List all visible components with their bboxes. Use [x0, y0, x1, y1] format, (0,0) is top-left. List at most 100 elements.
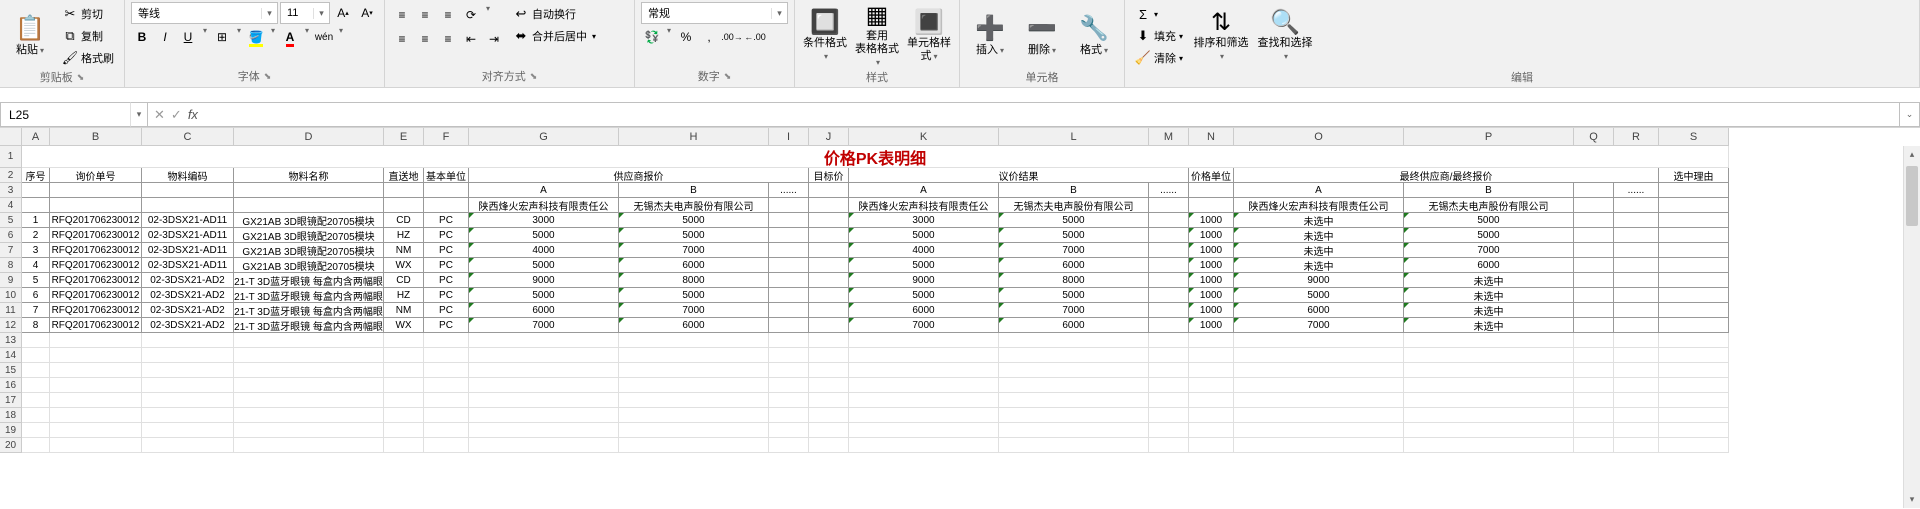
cell[interactable] [1614, 348, 1659, 363]
cell[interactable]: 1000 [1189, 213, 1234, 228]
cell[interactable] [619, 423, 769, 438]
cell[interactable]: 6000 [999, 318, 1149, 333]
cell[interactable] [809, 198, 849, 213]
row-header[interactable]: 17 [0, 393, 22, 408]
cell[interactable]: 陕西烽火宏声科技有限责任公司 [1234, 198, 1404, 213]
column-header[interactable]: M [1149, 128, 1189, 146]
cell[interactable]: RFQ201706230012 [50, 273, 142, 288]
wrap-text-button[interactable]: ↩自动换行 [509, 4, 600, 24]
cell[interactable]: PC [424, 303, 469, 318]
cell[interactable] [1574, 318, 1614, 333]
cell[interactable] [50, 183, 142, 198]
cell[interactable]: 1000 [1189, 318, 1234, 333]
cell[interactable]: 7000 [849, 318, 999, 333]
row-header[interactable]: 1 [0, 146, 22, 168]
cell[interactable] [384, 198, 424, 213]
cell[interactable]: 5000 [999, 228, 1149, 243]
cell[interactable] [142, 438, 234, 453]
cell[interactable] [1149, 243, 1189, 258]
cell[interactable] [142, 423, 234, 438]
cell[interactable]: 陕西烽火宏声科技有限责任公 [469, 198, 619, 213]
chevron-down-icon[interactable]: ▾ [261, 8, 277, 19]
cell[interactable] [999, 408, 1149, 423]
cell[interactable] [424, 333, 469, 348]
cell[interactable]: 1000 [1189, 258, 1234, 273]
cell[interactable] [1149, 378, 1189, 393]
cell[interactable] [999, 423, 1149, 438]
cell[interactable] [1614, 318, 1659, 333]
cell[interactable] [1574, 378, 1614, 393]
column-header[interactable]: D [234, 128, 384, 146]
cell[interactable] [1149, 303, 1189, 318]
cell[interactable]: 7000 [619, 243, 769, 258]
cell[interactable] [999, 438, 1149, 453]
cell[interactable]: 无锡杰夫电声股份有限公司 [1404, 198, 1574, 213]
column-header[interactable]: K [849, 128, 999, 146]
cell[interactable]: 询价单号 [50, 168, 142, 183]
cell[interactable] [50, 393, 142, 408]
column-header[interactable]: G [469, 128, 619, 146]
cell[interactable] [1614, 393, 1659, 408]
cell[interactable] [234, 333, 384, 348]
cell[interactable]: 未选中 [1404, 273, 1574, 288]
row-header[interactable]: 11 [0, 303, 22, 318]
cell[interactable] [1574, 243, 1614, 258]
cell[interactable] [1659, 303, 1729, 318]
cell[interactable]: CD [384, 273, 424, 288]
cell[interactable]: 2 [22, 228, 50, 243]
cell[interactable] [769, 438, 809, 453]
cell[interactable] [234, 363, 384, 378]
cell[interactable]: PC [424, 213, 469, 228]
cell[interactable]: 6000 [469, 303, 619, 318]
cell[interactable] [22, 423, 50, 438]
comma-button[interactable]: , [698, 26, 720, 48]
name-box[interactable]: L25 [0, 102, 130, 127]
cell[interactable] [769, 393, 809, 408]
cell[interactable] [469, 333, 619, 348]
accept-formula-icon[interactable]: ✓ [171, 107, 182, 123]
cell[interactable]: 1 [22, 213, 50, 228]
align-top-button[interactable]: ≡ [391, 4, 413, 26]
cell[interactable] [849, 333, 999, 348]
cell[interactable] [999, 393, 1149, 408]
cell[interactable]: 8000 [999, 273, 1149, 288]
cell[interactable] [1659, 258, 1729, 273]
cell[interactable] [849, 363, 999, 378]
cell[interactable] [22, 438, 50, 453]
cell[interactable] [1614, 303, 1659, 318]
cell[interactable] [234, 408, 384, 423]
cell[interactable] [619, 408, 769, 423]
cell[interactable] [1404, 333, 1574, 348]
column-header[interactable]: C [142, 128, 234, 146]
scrollbar-thumb[interactable] [1906, 166, 1918, 226]
cell[interactable] [142, 393, 234, 408]
row-header[interactable]: 16 [0, 378, 22, 393]
cell[interactable] [1234, 363, 1404, 378]
cell[interactable] [1614, 213, 1659, 228]
column-header[interactable]: F [424, 128, 469, 146]
cell[interactable] [50, 423, 142, 438]
cell[interactable]: 1000 [1189, 273, 1234, 288]
column-header[interactable]: Q [1574, 128, 1614, 146]
cell[interactable]: RFQ201706230012 [50, 213, 142, 228]
column-header[interactable]: H [619, 128, 769, 146]
cell[interactable]: 21-T 3D蓝牙眼镜 每盒内含两幅眼 [234, 288, 384, 303]
cell[interactable] [849, 438, 999, 453]
format-as-table-button[interactable]: ▦套用 表格格式 [853, 2, 901, 68]
cell[interactable] [809, 228, 849, 243]
cell[interactable] [769, 318, 809, 333]
cell[interactable] [809, 363, 849, 378]
cell[interactable]: 02-3DSX21-AD11 [142, 228, 234, 243]
cell[interactable] [1659, 243, 1729, 258]
cell[interactable] [1659, 288, 1729, 303]
cell[interactable] [809, 393, 849, 408]
cell[interactable] [1659, 213, 1729, 228]
cell[interactable] [1189, 333, 1234, 348]
cell[interactable] [809, 318, 849, 333]
cell[interactable] [234, 438, 384, 453]
cell[interactable]: CD [384, 213, 424, 228]
row-header[interactable]: 8 [0, 258, 22, 273]
cell[interactable]: RFQ201706230012 [50, 258, 142, 273]
cell[interactable] [619, 393, 769, 408]
cell[interactable]: HZ [384, 228, 424, 243]
